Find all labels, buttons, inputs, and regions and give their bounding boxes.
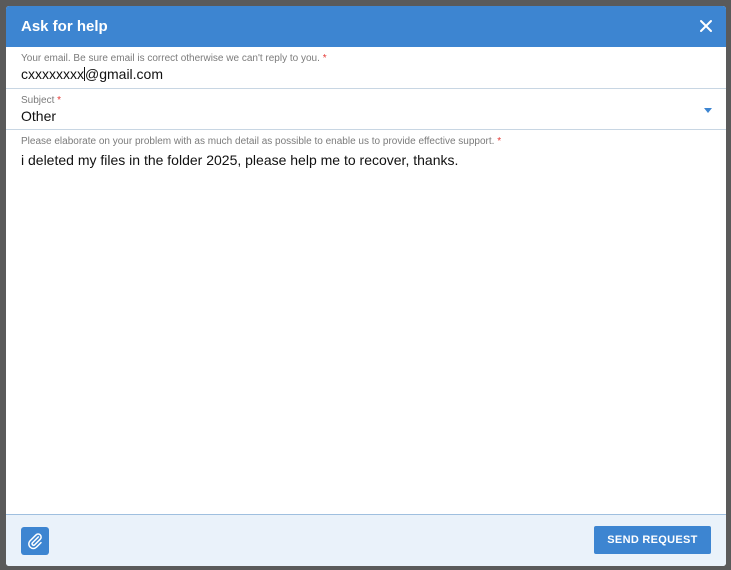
email-field[interactable]: Your email. Be sure email is correct oth… <box>6 47 726 89</box>
required-mark: * <box>57 95 62 106</box>
email-label: Your email. Be sure email is correct oth… <box>21 53 327 64</box>
message-label: Please elaborate on your problem with as… <box>21 136 502 147</box>
paperclip-icon[interactable] <box>26 532 44 550</box>
subject-selected-value[interactable]: Other <box>21 108 56 124</box>
caret-down-icon[interactable] <box>704 108 712 113</box>
message-textarea[interactable]: Please elaborate on your problem with as… <box>6 130 726 515</box>
dialog-header: Ask for help <box>6 6 726 47</box>
subject-label: Subject * <box>21 95 62 106</box>
close-button[interactable] <box>694 14 718 38</box>
attach-button[interactable] <box>21 527 49 555</box>
required-mark: * <box>497 136 502 147</box>
message-text[interactable]: i deleted my files in the folder 2025, p… <box>21 152 458 168</box>
send-request-button[interactable]: SEND REQUEST <box>594 526 711 554</box>
subject-select[interactable]: Subject * Other <box>6 89 726 130</box>
help-dialog: Ask for help Your email. Be sure email i… <box>6 6 726 566</box>
dialog-footer: SEND REQUEST <box>6 514 726 566</box>
email-input[interactable]: cxxxxxxxx@gmail.com <box>21 66 163 82</box>
close-icon[interactable] <box>694 14 718 38</box>
dialog-title: Ask for help <box>21 18 108 35</box>
required-mark: * <box>322 53 327 64</box>
